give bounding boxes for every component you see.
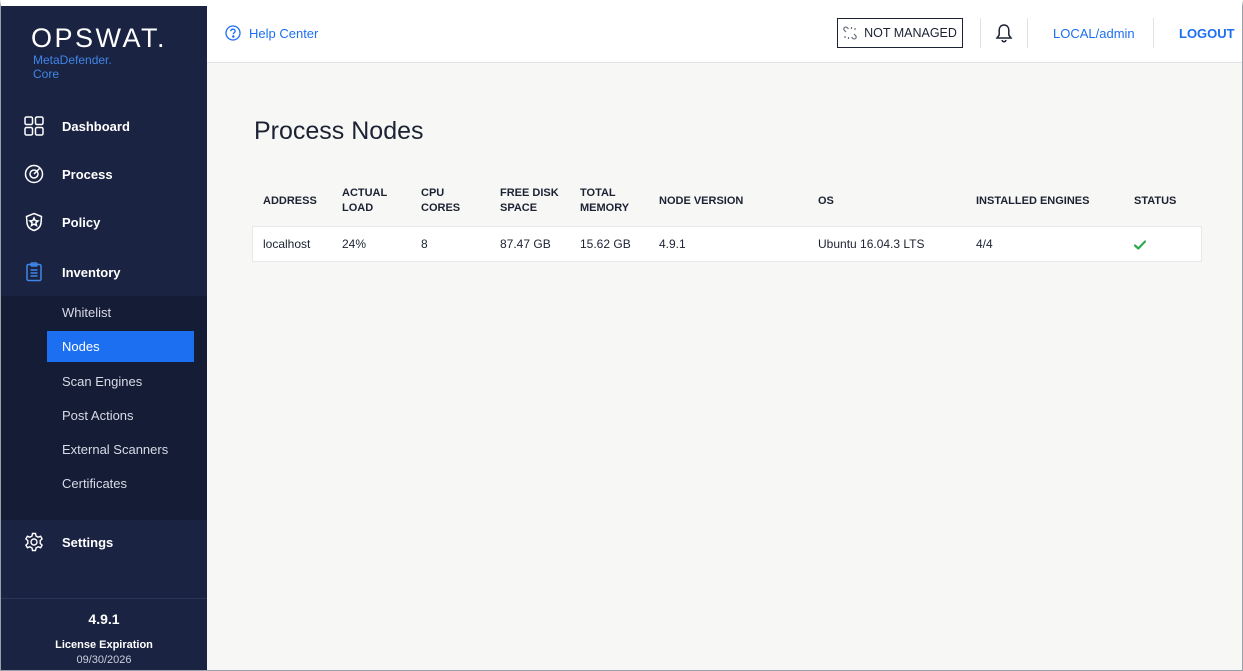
top-header: Help Center NOT MANAGED LOCAL/admin LOGO…: [207, 6, 1242, 63]
cell-node-version: 4.9.1: [659, 237, 686, 251]
col-header-actual-load[interactable]: ACTUAL LOAD: [342, 186, 387, 216]
cell-installed-engines: 4/4: [976, 237, 993, 251]
app-window: OPSWAT. MetaDefender. Core Dashboard Pro…: [0, 0, 1243, 671]
sidebar-item-label: Settings: [62, 534, 114, 550]
dashboard-icon: [24, 116, 44, 136]
license-date: 09/30/2026: [76, 654, 132, 666]
cell-cpu-cores: 8: [421, 237, 428, 251]
sidebar-item-process[interactable]: Process: [1, 153, 207, 195]
help-icon: [225, 25, 241, 41]
sidebar-item-inventory[interactable]: Inventory: [1, 251, 207, 293]
unlink-icon: [843, 26, 857, 40]
sidebar-subitem-post-actions[interactable]: Post Actions: [47, 400, 194, 431]
not-managed-button[interactable]: NOT MANAGED: [837, 18, 963, 48]
sidebar-item-label: Policy: [62, 214, 101, 230]
sidebar-item-policy[interactable]: Policy: [1, 201, 207, 243]
version-number: 4.9.1: [88, 611, 120, 627]
sidebar-item-label: Inventory: [62, 264, 121, 280]
version-info: 4.9.1 License Expiration 09/30/2026: [1, 598, 207, 670]
sidebar-subitem-nodes[interactable]: Nodes: [47, 331, 194, 362]
header-divider: [1027, 18, 1028, 48]
notifications-bell-icon[interactable]: [995, 23, 1013, 43]
product-line-2: Core: [33, 67, 60, 81]
help-center-label: Help Center: [249, 25, 319, 41]
settings-icon: [24, 532, 44, 552]
not-managed-label: NOT MANAGED: [864, 26, 957, 40]
col-header-installed-engines[interactable]: INSTALLED ENGINES: [976, 194, 1089, 209]
sidebar-subitem-whitelist[interactable]: Whitelist: [47, 297, 194, 328]
inventory-submenu: Whitelist Nodes Scan Engines Post Action…: [1, 296, 207, 520]
sidebar-subitem-certificates[interactable]: Certificates: [47, 468, 194, 499]
sidebar-item-label: Process: [62, 166, 113, 182]
col-header-os[interactable]: OS: [818, 194, 834, 209]
col-header-free-disk-space[interactable]: FREE DISK SPACE: [500, 186, 559, 216]
col-header-cpu-cores[interactable]: CPU CORES: [421, 186, 460, 216]
logo[interactable]: OPSWAT. MetaDefender. Core: [1, 6, 207, 98]
sidebar-subitem-scan-engines[interactable]: Scan Engines: [47, 366, 194, 397]
user-account-link[interactable]: LOCAL/admin: [1053, 26, 1135, 41]
help-center-link[interactable]: Help Center: [225, 25, 318, 41]
col-header-address[interactable]: ADDRESS: [263, 194, 317, 209]
sidebar: OPSWAT. MetaDefender. Core Dashboard Pro…: [1, 6, 207, 670]
cell-os: Ubuntu 16.04.3 LTS: [818, 237, 925, 251]
cell-address: localhost: [263, 237, 311, 251]
sidebar-item-label: Dashboard: [62, 118, 130, 134]
process-icon: [24, 164, 44, 184]
cell-actual-load: 24%: [342, 237, 367, 251]
page-title: Process Nodes: [254, 117, 424, 145]
logout-button[interactable]: LOGOUT: [1179, 26, 1235, 41]
col-header-node-version[interactable]: NODE VERSION: [659, 194, 743, 209]
policy-icon: [24, 212, 44, 232]
sidebar-subitem-external-scanners[interactable]: External Scanners: [47, 434, 194, 465]
header-divider: [980, 18, 981, 48]
cell-free-disk-space: 87.47 GB: [500, 237, 551, 251]
inventory-icon: [24, 262, 44, 282]
status-ok-check-icon: [1134, 240, 1146, 250]
sidebar-item-settings[interactable]: Settings: [1, 521, 207, 563]
license-label: License Expiration: [55, 639, 153, 651]
product-name: MetaDefender. Core: [33, 53, 112, 81]
header-divider: [1153, 18, 1154, 48]
col-header-status[interactable]: STATUS: [1134, 194, 1176, 209]
cell-total-memory: 15.62 GB: [580, 237, 631, 251]
brand-name: OPSWAT.: [31, 23, 168, 53]
table-row[interactable]: [252, 226, 1202, 262]
sidebar-item-dashboard[interactable]: Dashboard: [1, 105, 207, 147]
product-line-1: MetaDefender.: [33, 53, 112, 67]
col-header-total-memory[interactable]: TOTAL MEMORY: [580, 186, 629, 216]
